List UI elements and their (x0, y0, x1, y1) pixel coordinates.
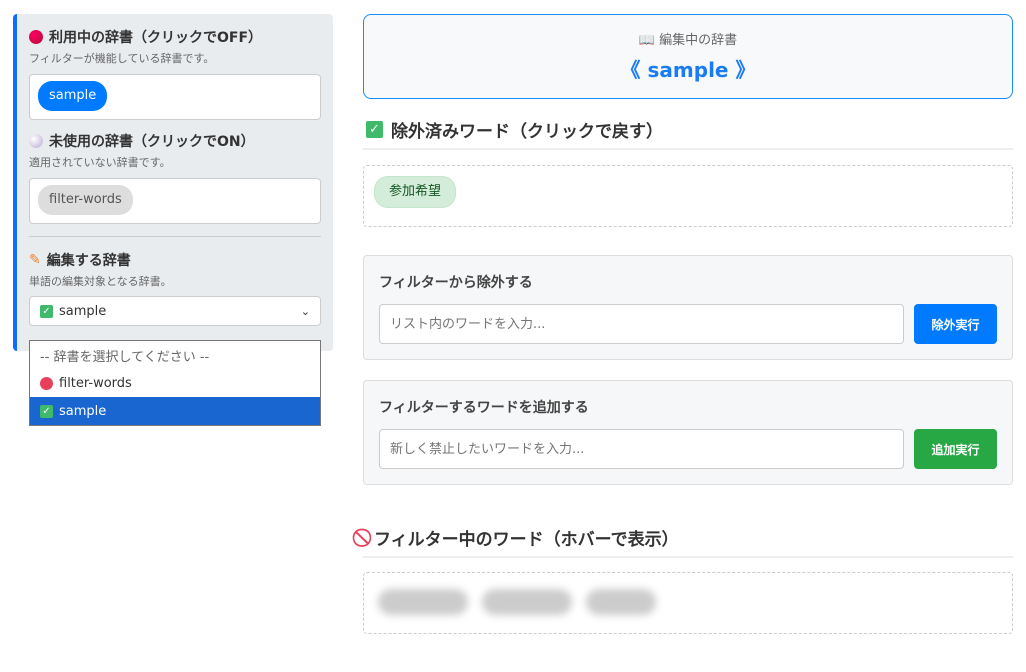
dict-select-dropdown: -- 辞書を選択してください -- filter-words ✓ sample (29, 340, 321, 426)
hidden-word-pill[interactable] (482, 589, 572, 615)
filtered-heading: ⃠フィルター中のワード（ホバーで表示） (363, 518, 1013, 558)
exclude-word-input[interactable] (379, 304, 904, 344)
book-icon: 📖 (639, 33, 655, 48)
dict-select[interactable]: ✓ sample ⌄ (29, 296, 321, 326)
add-word-input[interactable] (379, 429, 904, 469)
add-button[interactable]: 追加実行 (914, 429, 997, 469)
check-icon: ✓ (40, 405, 53, 418)
dict-pill-filter-words[interactable]: filter-words (38, 185, 133, 215)
inactive-dicts-heading: 未使用の辞書（クリックでON） (29, 130, 321, 152)
hidden-word-pill[interactable] (378, 589, 468, 615)
option-placeholder[interactable]: -- 辞書を選択してください -- (30, 341, 320, 369)
excluded-word-pill[interactable]: 参加希望 (374, 176, 456, 208)
no-entry-icon (40, 377, 53, 390)
excluded-heading: ✓ 除外済みワード（クリックで戻す） (363, 110, 1013, 150)
editing-dict-card: 📖 編集中の辞書 《 sample 》 (363, 14, 1013, 99)
inactive-desc: 適用されていない辞書です。 (29, 154, 321, 170)
excluded-title: 除外済みワード（クリックで戻す） (391, 117, 663, 142)
option-label: -- 辞書を選択してください -- (40, 346, 209, 365)
excluded-section: ✓ 除外済みワード（クリックで戻す） 参加希望 (363, 110, 1013, 227)
red-circle-icon (29, 30, 43, 44)
add-form: フィルターするワードを追加する 追加実行 (363, 380, 1013, 485)
add-form-title: フィルターするワードを追加する (379, 397, 997, 417)
exclude-button[interactable]: 除外実行 (914, 304, 997, 344)
inactive-title: 未使用の辞書（クリックでON） (49, 131, 255, 151)
edit-desc: 単語の編集対象となる辞書。 (29, 273, 321, 289)
filtered-words-box (363, 572, 1013, 634)
inactive-dicts-box: filter-words (29, 178, 321, 224)
exclude-form: フィルターから除外する 除外実行 (363, 255, 1013, 360)
filtered-title: フィルター中のワード（ホバーで表示） (374, 525, 679, 550)
edit-title: 編集する辞書 (47, 250, 131, 270)
filtered-section: ⃠フィルター中のワード（ホバーで表示） (363, 518, 1013, 634)
active-dicts-box: sample (29, 74, 321, 120)
active-dicts-heading: 利用中の辞書（クリックでOFF） (29, 26, 321, 48)
editing-label: 📖 編集中の辞書 (364, 29, 1012, 48)
white-circle-icon (29, 134, 43, 148)
option-filter-words[interactable]: filter-words (30, 369, 320, 397)
option-sample[interactable]: ✓ sample (30, 397, 320, 425)
active-desc: フィルターが機能している辞書です。 (29, 50, 321, 66)
editing-dict-name: 《 sample 》 (364, 54, 1012, 83)
sidebar: 利用中の辞書（クリックでOFF） フィルターが機能している辞書です。 sampl… (13, 14, 333, 351)
active-title: 利用中の辞書（クリックでOFF） (49, 27, 262, 47)
edit-dict-heading: ✎ 編集する辞書 (29, 249, 321, 271)
check-icon: ✓ (366, 121, 383, 138)
select-value: sample (59, 304, 295, 319)
option-label: sample (59, 404, 106, 419)
excluded-words-box: 参加希望 (363, 165, 1013, 227)
dict-pill-sample[interactable]: sample (38, 81, 107, 111)
chevron-down-icon: ⌄ (301, 305, 310, 318)
divider (29, 236, 321, 237)
exclude-form-title: フィルターから除外する (379, 272, 997, 292)
option-label: filter-words (59, 376, 132, 391)
hidden-word-pill[interactable] (586, 589, 656, 615)
check-icon: ✓ (40, 305, 53, 318)
editing-label-text: 編集中の辞書 (659, 33, 737, 48)
pencil-icon: ✎ (29, 252, 41, 268)
